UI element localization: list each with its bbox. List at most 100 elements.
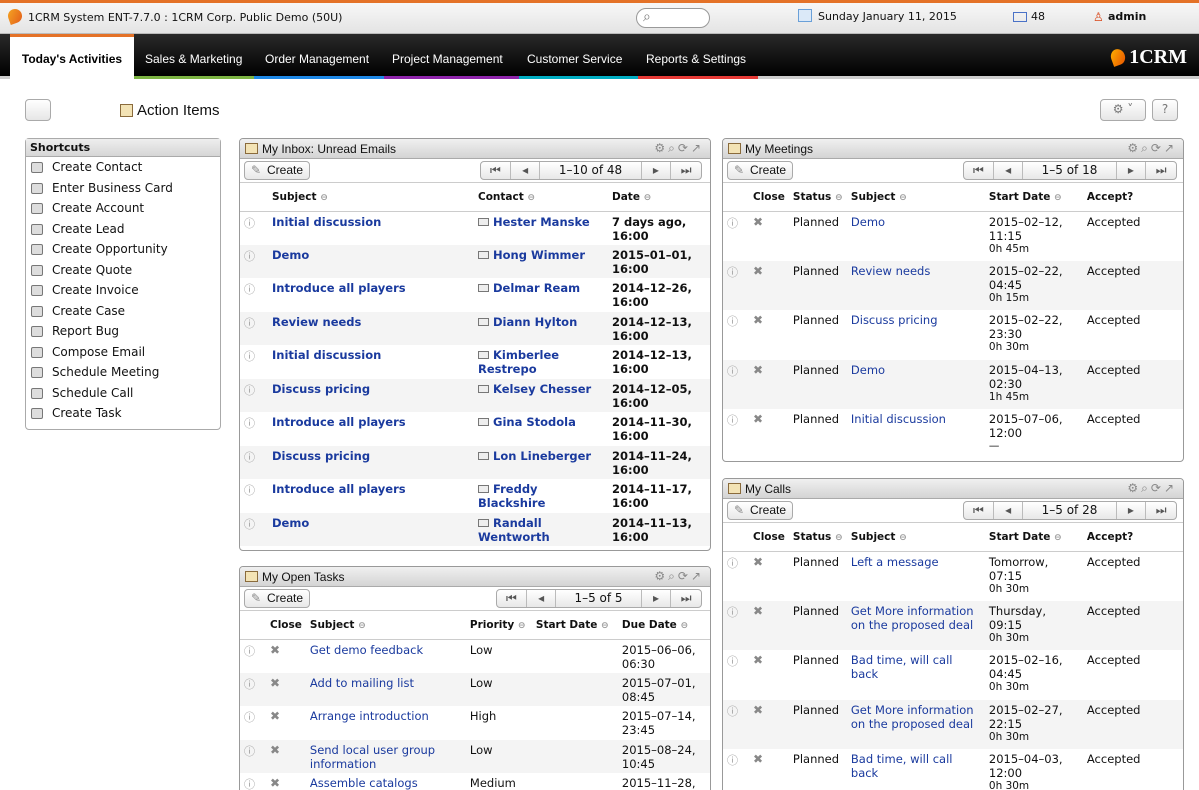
shortcut-item[interactable]: Report Bug	[26, 321, 220, 342]
email-subject-link[interactable]: Demo	[272, 516, 309, 530]
info-icon[interactable]: ⓘ	[244, 417, 255, 430]
next-page-button[interactable]: ▸	[1117, 162, 1147, 179]
calendar-icon[interactable]	[798, 9, 812, 22]
tab-reports-settings[interactable]: Reports & Settings	[646, 34, 746, 82]
email-subject-link[interactable]: Introduce all players	[272, 415, 406, 429]
close-icon[interactable]: ✖	[753, 703, 763, 717]
subject-link[interactable]: Demo	[851, 363, 885, 377]
close-icon[interactable]: ✖	[270, 743, 280, 757]
info-icon[interactable]: ⓘ	[244, 384, 255, 397]
last-page-button[interactable]: ⏭	[671, 162, 701, 179]
meetings-create-button[interactable]: Create	[727, 161, 794, 180]
email-subject-link[interactable]: Initial discussion	[272, 215, 381, 229]
col-due-date[interactable]: Due Date ⊖	[617, 611, 710, 640]
info-icon[interactable]: ⓘ	[727, 266, 738, 279]
prev-page-button[interactable]: ◂	[994, 162, 1024, 179]
info-icon[interactable]: ⓘ	[244, 678, 255, 691]
subject-link[interactable]: Bad time, will call back	[851, 752, 953, 780]
info-icon[interactable]: ⓘ	[727, 365, 738, 378]
panel-tools[interactable]: ⚙⌕⟳↗	[1127, 481, 1177, 496]
close-icon[interactable]: ✖	[753, 363, 763, 377]
contact-link[interactable]: Hester Manske	[493, 215, 590, 229]
info-icon[interactable]: ⓘ	[727, 414, 738, 427]
email-subject-link[interactable]: Discuss pricing	[272, 382, 370, 396]
shortcut-item[interactable]: Enter Business Card	[26, 178, 220, 199]
mail-icon[interactable]	[1013, 12, 1027, 22]
contact-link[interactable]: Kimberlee Restrepo	[478, 348, 559, 376]
close-icon[interactable]: ✖	[753, 264, 763, 278]
subject-link[interactable]: Left a message	[851, 555, 939, 569]
info-icon[interactable]: ⓘ	[727, 655, 738, 668]
shortcut-item[interactable]: Create Invoice	[26, 280, 220, 301]
shortcut-item[interactable]: Create Case	[26, 301, 220, 322]
shortcut-item[interactable]: Create Account	[26, 198, 220, 219]
task-subject-link[interactable]: Add to mailing list	[310, 676, 414, 690]
tab-project-management[interactable]: Project Management	[392, 34, 503, 82]
info-icon[interactable]: ⓘ	[727, 217, 738, 230]
task-subject-link[interactable]: Get demo feedback	[310, 643, 423, 657]
info-icon[interactable]: ⓘ	[244, 778, 255, 790]
first-page-button[interactable]: ⏮	[497, 590, 527, 607]
shortcut-item[interactable]: Compose Email	[26, 342, 220, 363]
shortcut-item[interactable]: Create Task	[26, 403, 220, 424]
first-page-button[interactable]: ⏮	[964, 162, 994, 179]
last-page-button[interactable]: ⏭	[1146, 502, 1176, 519]
info-icon[interactable]: ⓘ	[244, 645, 255, 658]
next-page-button[interactable]: ▸	[642, 590, 672, 607]
subject-link[interactable]: Bad time, will call back	[851, 653, 953, 681]
col-subject[interactable]: Subject ⊖	[846, 523, 985, 552]
col-subject[interactable]: Subject ⊖	[268, 183, 474, 212]
shortcut-item[interactable]: Schedule Meeting	[26, 362, 220, 383]
email-subject-link[interactable]: Review needs	[272, 315, 361, 329]
col-date[interactable]: Date ⊖	[608, 183, 710, 212]
col-start-date[interactable]: Start Date ⊖	[984, 523, 1083, 552]
task-subject-link[interactable]: Send local user group information	[310, 743, 435, 771]
tab-order-management[interactable]: Order Management	[265, 34, 369, 82]
close-icon[interactable]: ✖	[270, 709, 280, 723]
mail-count[interactable]: 48	[1031, 10, 1045, 23]
col-status[interactable]: Status ⊖	[788, 183, 847, 212]
contact-link[interactable]: Hong Wimmer	[493, 248, 585, 262]
subject-link[interactable]: Get More information on the proposed dea…	[851, 703, 974, 731]
col-start-date[interactable]: Start Date ⊖	[531, 611, 618, 640]
panel-tools[interactable]: ⚙⌕⟳↗	[1127, 141, 1177, 156]
user-icon[interactable]: ♙	[1093, 10, 1104, 24]
col-priority[interactable]: Priority ⊖	[465, 611, 532, 640]
info-icon[interactable]: ⓘ	[727, 754, 738, 767]
close-icon[interactable]: ✖	[753, 604, 763, 618]
subject-link[interactable]: Demo	[851, 215, 885, 229]
info-icon[interactable]: ⓘ	[244, 484, 255, 497]
col-subject[interactable]: Subject ⊖	[305, 611, 466, 640]
info-icon[interactable]: ⓘ	[244, 518, 255, 531]
email-subject-link[interactable]: Introduce all players	[272, 482, 406, 496]
panel-tools[interactable]: ⚙⌕⟳↗	[654, 141, 704, 156]
first-page-button[interactable]: ⏮	[964, 502, 994, 519]
col-subject[interactable]: Subject ⊖	[846, 183, 985, 212]
close-icon[interactable]: ✖	[270, 676, 280, 690]
col-start-date[interactable]: Start Date ⊖	[984, 183, 1083, 212]
close-icon[interactable]: ✖	[270, 776, 280, 790]
info-icon[interactable]: ⓘ	[244, 250, 255, 263]
last-page-button[interactable]: ⏭	[671, 590, 701, 607]
tab-customer-service[interactable]: Customer Service	[527, 34, 622, 82]
close-icon[interactable]: ✖	[753, 412, 763, 426]
settings-menu-button[interactable]: ⚙ ˅	[1100, 99, 1146, 121]
first-page-button[interactable]: ⏮	[481, 162, 511, 179]
close-icon[interactable]: ✖	[270, 643, 280, 657]
info-icon[interactable]: ⓘ	[244, 745, 255, 758]
email-subject-link[interactable]: Initial discussion	[272, 348, 381, 362]
subject-link[interactable]: Review needs	[851, 264, 930, 278]
prev-page-button[interactable]: ◂	[527, 590, 557, 607]
layout-toggle-button[interactable]	[25, 99, 51, 121]
next-page-button[interactable]: ▸	[1117, 502, 1147, 519]
prev-page-button[interactable]: ◂	[511, 162, 541, 179]
tab-todays-activities[interactable]: Today's Activities	[10, 34, 134, 82]
current-date[interactable]: Sunday January 11, 2015	[818, 10, 957, 23]
task-subject-link[interactable]: Arrange introduction	[310, 709, 429, 723]
info-icon[interactable]: ⓘ	[244, 451, 255, 464]
global-search-input[interactable]: ⌕	[636, 8, 710, 28]
shortcut-item[interactable]: Create Quote	[26, 260, 220, 281]
contact-link[interactable]: Lon Lineberger	[493, 449, 591, 463]
close-icon[interactable]: ✖	[753, 752, 763, 766]
last-page-button[interactable]: ⏭	[1146, 162, 1176, 179]
